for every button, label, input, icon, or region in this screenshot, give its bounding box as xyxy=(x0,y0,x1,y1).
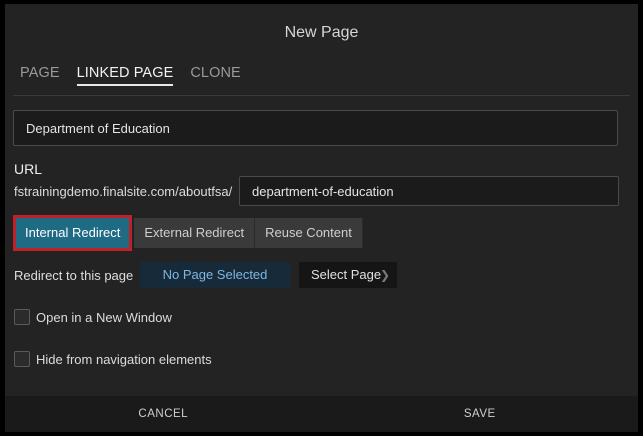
tab-linked-page[interactable]: LINKED PAGE xyxy=(76,65,174,86)
chevron-right-icon: ❯ xyxy=(379,268,390,282)
internal-redirect-button[interactable]: Internal Redirect xyxy=(13,215,133,251)
internal-redirect-label: Internal Redirect xyxy=(16,218,130,248)
new-page-dialog: New Page PAGE LINKED PAGE CLONE URL fstr… xyxy=(5,4,638,432)
open-new-window-option[interactable]: Open in a New Window xyxy=(14,309,172,325)
tab-page[interactable]: PAGE xyxy=(20,65,60,86)
dialog-title: New Page xyxy=(284,24,359,41)
reuse-content-button[interactable]: Reuse Content xyxy=(255,218,363,248)
select-page-button[interactable]: Select Page ❯ xyxy=(299,262,397,288)
hide-navigation-option[interactable]: Hide from navigation elements xyxy=(14,351,212,367)
tabs-divider xyxy=(13,95,630,96)
open-new-window-label: Open in a New Window xyxy=(36,309,172,325)
redirect-type-group: Internal Redirect External Redirect Reus… xyxy=(13,215,363,251)
page-name-input[interactable] xyxy=(13,110,618,146)
external-redirect-button[interactable]: External Redirect xyxy=(134,218,256,248)
url-label: URL xyxy=(14,161,43,177)
cancel-button[interactable]: CANCEL xyxy=(5,396,322,432)
url-prefix: fstrainingdemo.finalsite.com/aboutfsa/ xyxy=(14,184,233,199)
hide-navigation-label: Hide from navigation elements xyxy=(36,351,212,367)
select-page-label: Select Page xyxy=(311,267,382,282)
open-new-window-checkbox[interactable] xyxy=(14,309,30,325)
url-slug-input[interactable] xyxy=(239,176,619,206)
save-button[interactable]: SAVE xyxy=(322,396,639,432)
dialog-footer: CANCEL SAVE xyxy=(5,396,638,432)
selected-page-status: No Page Selected xyxy=(140,262,290,288)
tab-clone[interactable]: CLONE xyxy=(190,65,240,86)
hide-navigation-checkbox[interactable] xyxy=(14,351,30,367)
page-type-tabs: PAGE LINKED PAGE CLONE xyxy=(20,65,258,86)
redirect-target-label: Redirect to this page xyxy=(14,268,134,283)
